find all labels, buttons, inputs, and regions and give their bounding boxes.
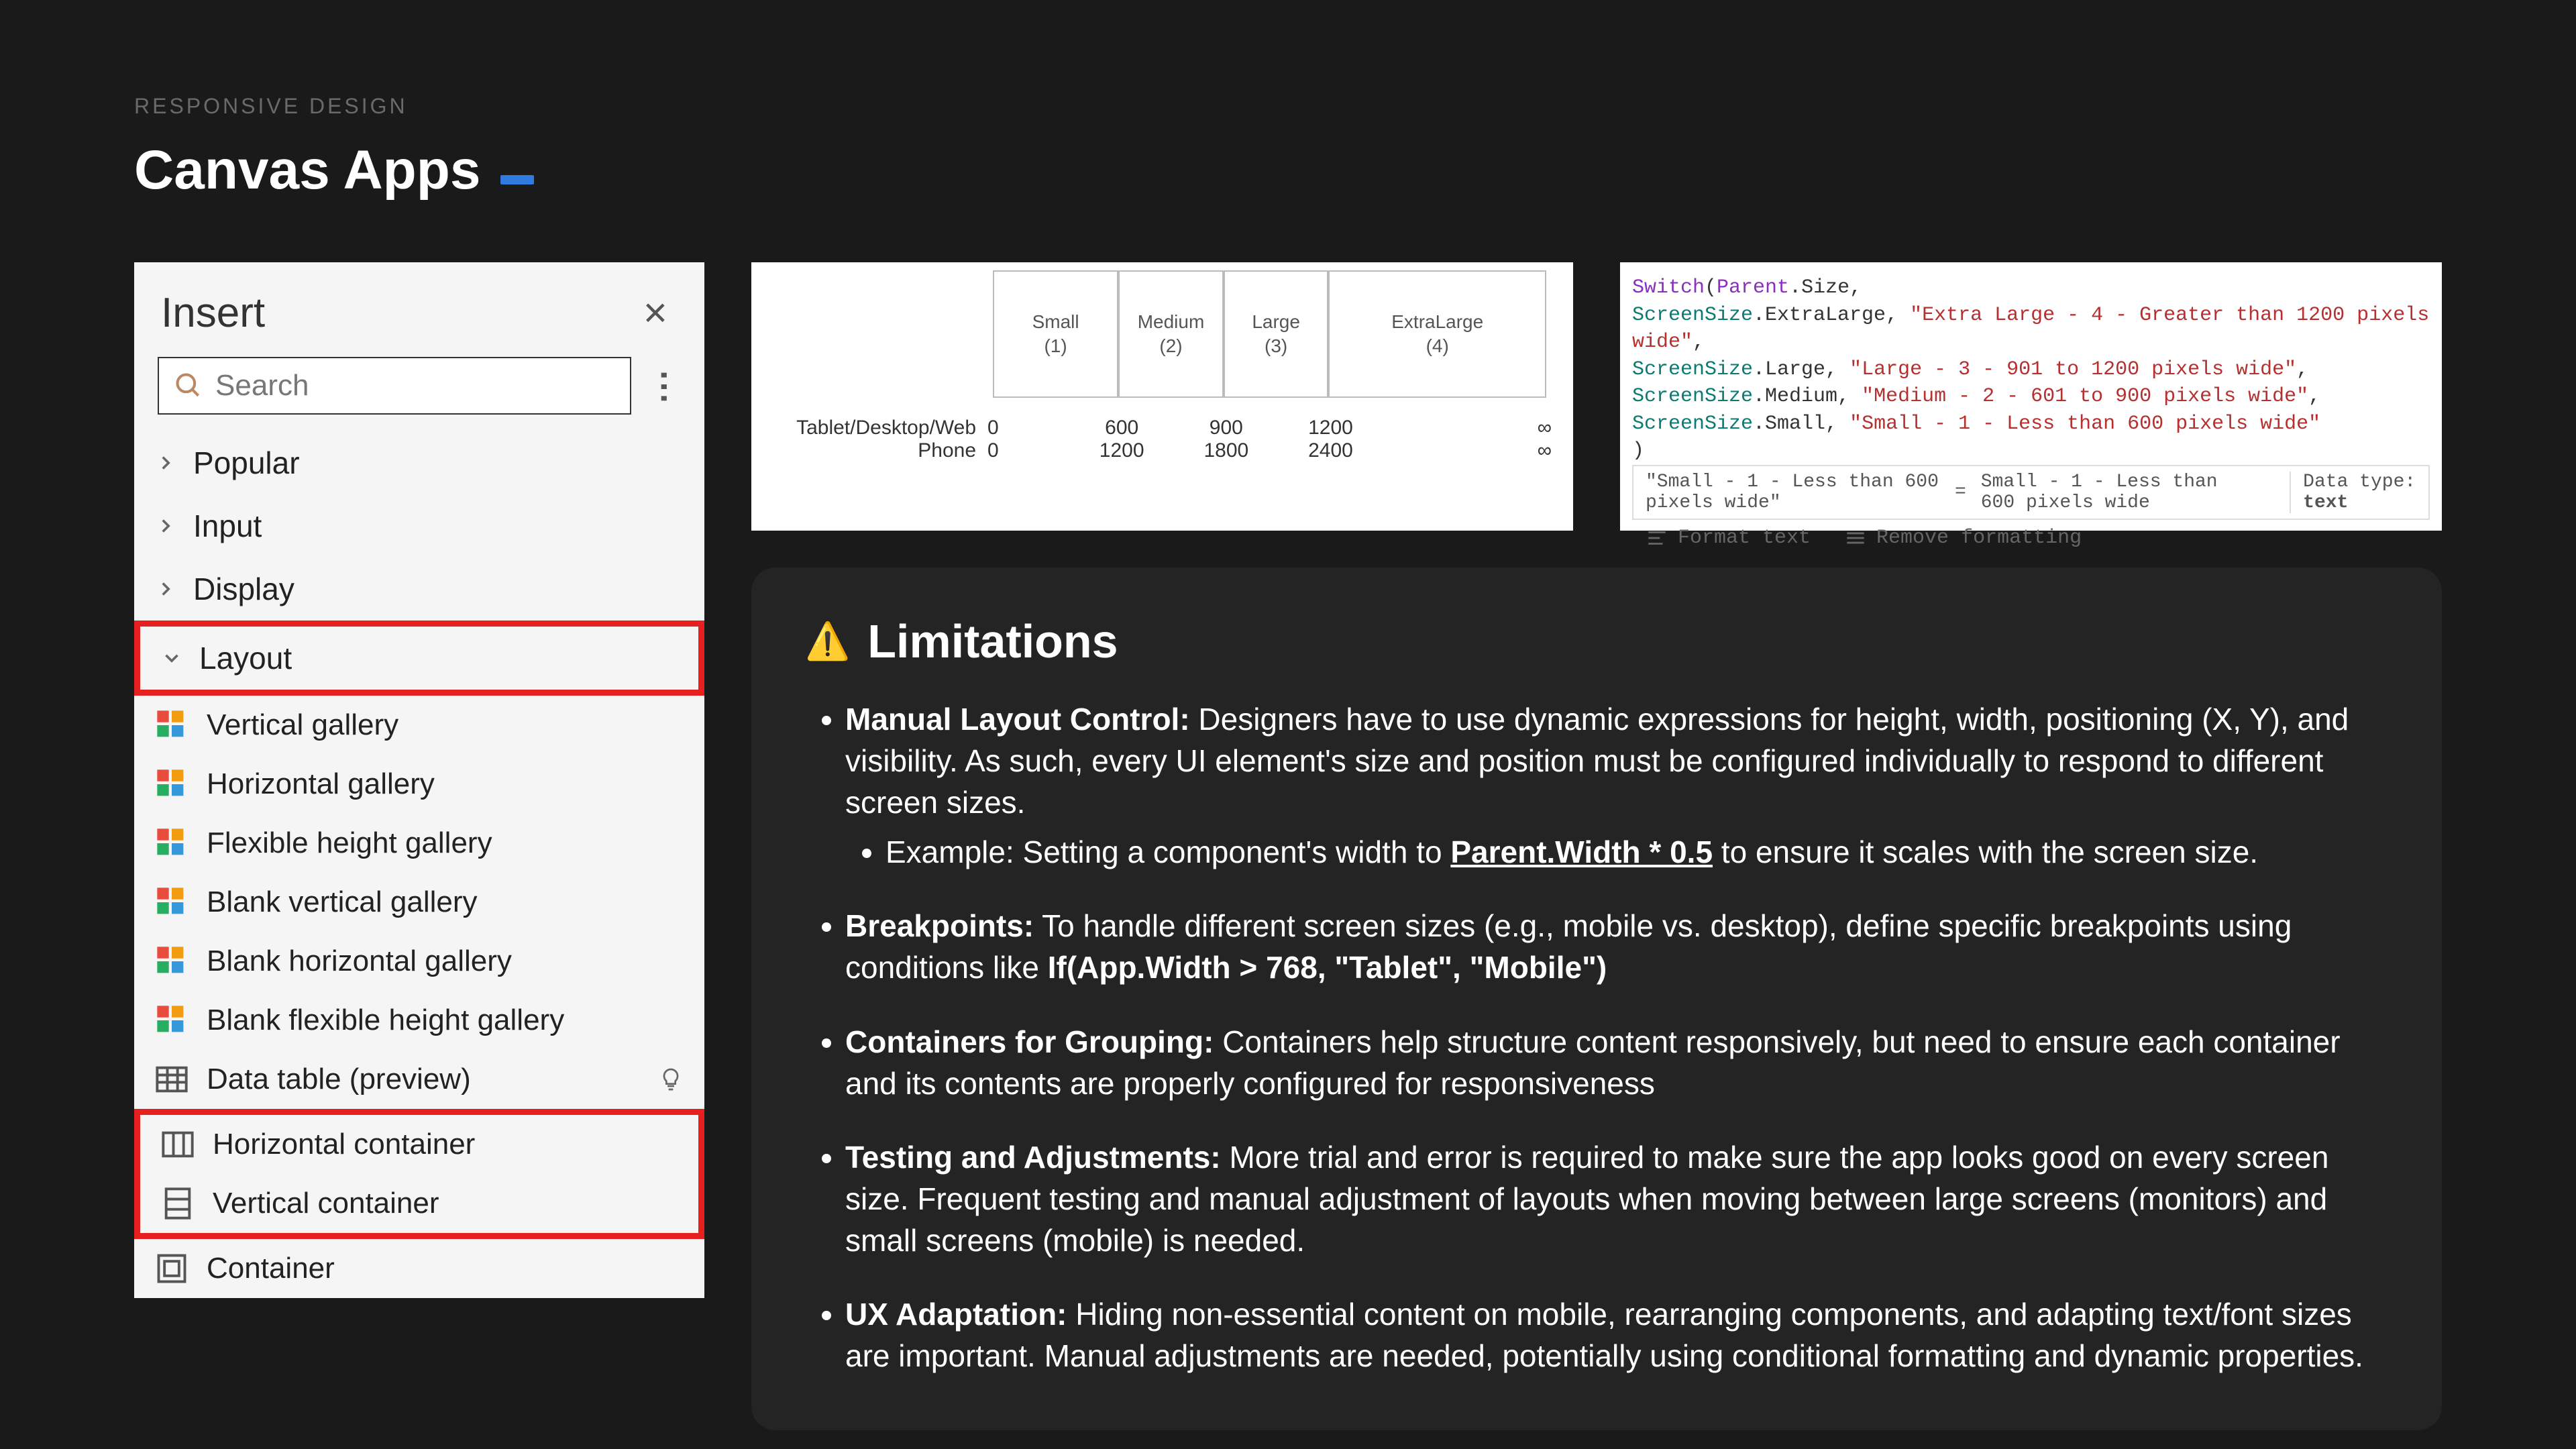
layout-item[interactable]: Horizontal container bbox=[140, 1115, 698, 1174]
h-container-icon bbox=[160, 1127, 195, 1162]
container-icon bbox=[154, 1251, 189, 1286]
limitations-box: ⚠️ Limitations Manual Layout Control: De… bbox=[751, 568, 2442, 1430]
title-cursor bbox=[500, 175, 534, 184]
code-figure: Switch(Parent.Size,ScreenSize.ExtraLarge… bbox=[1620, 262, 2442, 531]
layout-item[interactable]: Blank vertical gallery bbox=[134, 873, 704, 932]
layout-item[interactable]: Vertical container bbox=[140, 1174, 698, 1233]
layout-item[interactable]: Vertical gallery bbox=[134, 696, 704, 755]
layout-item[interactable]: Flexible height gallery bbox=[134, 814, 704, 873]
item-label: Blank horizontal gallery bbox=[207, 945, 684, 978]
gallery-icon bbox=[154, 885, 189, 920]
category-layout[interactable]: Layout bbox=[134, 621, 704, 696]
more-icon[interactable]: ⋯ bbox=[647, 370, 682, 402]
category-input[interactable]: Input bbox=[134, 494, 704, 557]
layout-item[interactable]: Blank flexible height gallery bbox=[134, 991, 704, 1050]
insert-panel: Insert × Search ⋯ Popular Input Display Lay… bbox=[134, 262, 704, 1298]
chevron-down-icon bbox=[160, 647, 183, 669]
category-label: Layout bbox=[199, 640, 292, 676]
page-title-text: Canvas Apps bbox=[134, 139, 480, 202]
item-label: Container bbox=[207, 1252, 684, 1285]
gallery-icon bbox=[154, 1003, 189, 1038]
limitation-item: Testing and Adjustments: More trial and … bbox=[845, 1136, 2388, 1261]
eyebrow-label: RESPONSIVE DESIGN bbox=[134, 94, 2442, 119]
search-icon bbox=[174, 371, 203, 400]
item-label: Horizontal gallery bbox=[207, 767, 684, 801]
layout-item[interactable]: Container bbox=[134, 1239, 704, 1298]
category-display[interactable]: Display bbox=[134, 557, 704, 621]
limitation-subitem: Example: Setting a component's width to … bbox=[885, 831, 2388, 873]
search-placeholder: Search bbox=[215, 369, 309, 402]
gallery-icon bbox=[154, 826, 189, 861]
limitation-item: Manual Layout Control: Designers have to… bbox=[845, 698, 2388, 873]
layout-item[interactable]: Data table (preview) bbox=[134, 1050, 704, 1109]
chevron-right-icon bbox=[154, 451, 177, 474]
close-icon[interactable]: × bbox=[643, 289, 667, 337]
format-text-button[interactable]: Format text bbox=[1646, 527, 1811, 549]
breakpoint-figure: Small(1)Medium(2)Large(3)ExtraLarge(4) Ta… bbox=[751, 262, 1573, 531]
bp-column: ExtraLarge(4) bbox=[1328, 270, 1546, 398]
item-label: Flexible height gallery bbox=[207, 826, 684, 860]
item-label: Horizontal container bbox=[213, 1128, 678, 1161]
item-label: Blank vertical gallery bbox=[207, 885, 684, 919]
datatable-icon bbox=[154, 1062, 189, 1097]
gallery-icon bbox=[154, 708, 189, 743]
insert-panel-title: Insert bbox=[161, 289, 265, 337]
bp-column: Medium(2) bbox=[1118, 270, 1224, 398]
layout-item[interactable]: Blank horizontal gallery bbox=[134, 932, 704, 991]
limitation-item: Containers for Grouping: Containers help… bbox=[845, 1021, 2388, 1104]
item-label: Vertical gallery bbox=[207, 708, 684, 742]
highlighted-containers: Horizontal container Vertical container bbox=[134, 1109, 704, 1239]
lightbulb-icon bbox=[657, 1066, 684, 1093]
formula-code: Switch(Parent.Size,ScreenSize.ExtraLarge… bbox=[1632, 274, 2430, 465]
v-container-icon bbox=[160, 1186, 195, 1221]
category-label: Input bbox=[193, 508, 262, 544]
gallery-icon bbox=[154, 944, 189, 979]
chevron-right-icon bbox=[154, 515, 177, 537]
search-input[interactable]: Search bbox=[158, 357, 631, 415]
bp-column: Small(1) bbox=[993, 270, 1118, 398]
chevron-right-icon bbox=[154, 578, 177, 600]
category-label: Popular bbox=[193, 445, 300, 481]
item-label: Vertical container bbox=[213, 1187, 678, 1220]
limitation-item: Breakpoints: To handle different screen … bbox=[845, 905, 2388, 988]
bp-column: Large(3) bbox=[1224, 270, 1329, 398]
limitations-title: Limitations bbox=[867, 614, 1118, 668]
page-title: Canvas Apps bbox=[134, 139, 2442, 202]
category-popular[interactable]: Popular bbox=[134, 431, 704, 494]
gallery-icon bbox=[154, 767, 189, 802]
warning-icon: ⚠️ bbox=[805, 621, 850, 663]
item-label: Blank flexible height gallery bbox=[207, 1004, 684, 1037]
format-icon bbox=[1646, 527, 1668, 549]
remove-format-icon bbox=[1844, 527, 1867, 549]
limitation-item: UX Adaptation: Hiding non-essential cont… bbox=[845, 1293, 2388, 1377]
limitations-list: Manual Layout Control: Designers have to… bbox=[805, 698, 2388, 1377]
item-label: Data table (preview) bbox=[207, 1063, 640, 1096]
category-label: Display bbox=[193, 571, 294, 607]
formula-result-bar: "Small - 1 - Less than 600 pixels wide"=… bbox=[1632, 465, 2430, 520]
layout-item[interactable]: Horizontal gallery bbox=[134, 755, 704, 814]
remove-formatting-button[interactable]: Remove formatting bbox=[1844, 527, 2082, 549]
bp-row-labels: Tablet/Desktop/WebPhone bbox=[775, 417, 993, 462]
